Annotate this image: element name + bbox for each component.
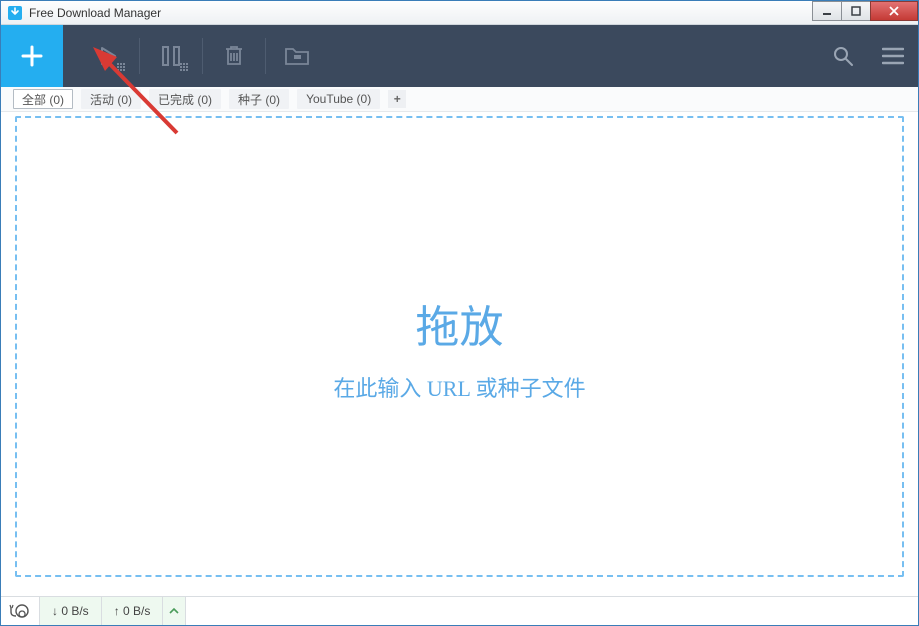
toolbar <box>1 25 918 87</box>
menu-button[interactable] <box>868 25 918 87</box>
plus-icon <box>18 42 46 70</box>
tab-all[interactable]: 全部 (0) <box>13 89 73 109</box>
upload-rate[interactable]: ↑ 0 B/s <box>102 597 164 625</box>
tab-torrent[interactable]: 种子 (0) <box>229 89 289 109</box>
maximize-button[interactable] <box>841 1 871 21</box>
drop-subtitle: 在此输入 URL 或种子文件 <box>333 371 585 403</box>
titlebar: Free Download Manager <box>1 1 918 25</box>
close-button[interactable] <box>870 1 918 21</box>
tab-label: 已完成 (0) <box>158 91 212 108</box>
tab-active[interactable]: 活动 (0) <box>81 89 141 109</box>
download-rate[interactable]: ↓ 0 B/s <box>40 597 102 625</box>
window-controls <box>813 1 918 21</box>
move-to-folder-button[interactable] <box>266 25 328 87</box>
drop-zone[interactable]: 拖放 在此输入 URL 或种子文件 <box>15 116 904 577</box>
start-button[interactable] <box>77 25 139 87</box>
queue-grid-icon <box>180 63 188 71</box>
add-download-button[interactable] <box>1 25 63 87</box>
tab-completed[interactable]: 已完成 (0) <box>149 89 221 109</box>
minimize-button[interactable] <box>812 1 842 21</box>
snail-icon <box>9 603 31 619</box>
rate-text: ↓ 0 B/s <box>52 604 89 618</box>
rate-menu-toggle[interactable] <box>163 597 186 625</box>
rate-text: ↑ 0 B/s <box>114 604 151 618</box>
tab-label: 种子 (0) <box>238 91 280 108</box>
tab-youtube[interactable]: YouTube (0) <box>297 89 380 109</box>
tab-label: YouTube (0) <box>306 92 371 106</box>
app-window: Free Download Manager <box>0 0 919 626</box>
main-area: 拖放 在此输入 URL 或种子文件 <box>9 110 910 583</box>
app-title: Free Download Manager <box>29 6 161 20</box>
search-icon <box>832 45 854 67</box>
snail-mode-button[interactable] <box>1 597 40 625</box>
folder-icon <box>284 45 310 67</box>
plus-icon: + <box>394 92 401 106</box>
drop-title: 拖放 <box>416 291 504 355</box>
trash-icon <box>223 44 245 68</box>
background-blur-text <box>389 3 509 21</box>
delete-button[interactable] <box>203 25 265 87</box>
app-icon <box>5 3 25 23</box>
hamburger-icon <box>882 47 904 65</box>
tab-label: 全部 (0) <box>22 91 64 108</box>
add-tab-button[interactable]: + <box>388 90 406 108</box>
pause-button[interactable] <box>140 25 202 87</box>
search-button[interactable] <box>818 25 868 87</box>
status-bar: ↓ 0 B/s ↑ 0 B/s <box>1 596 918 625</box>
chevron-up-icon <box>169 607 179 615</box>
filter-tabs: 全部 (0) 活动 (0) 已完成 (0) 种子 (0) YouTube (0)… <box>1 87 918 112</box>
tab-label: 活动 (0) <box>90 91 132 108</box>
play-icon <box>97 45 119 67</box>
pause-icon <box>161 45 181 67</box>
queue-grid-icon <box>117 63 125 71</box>
